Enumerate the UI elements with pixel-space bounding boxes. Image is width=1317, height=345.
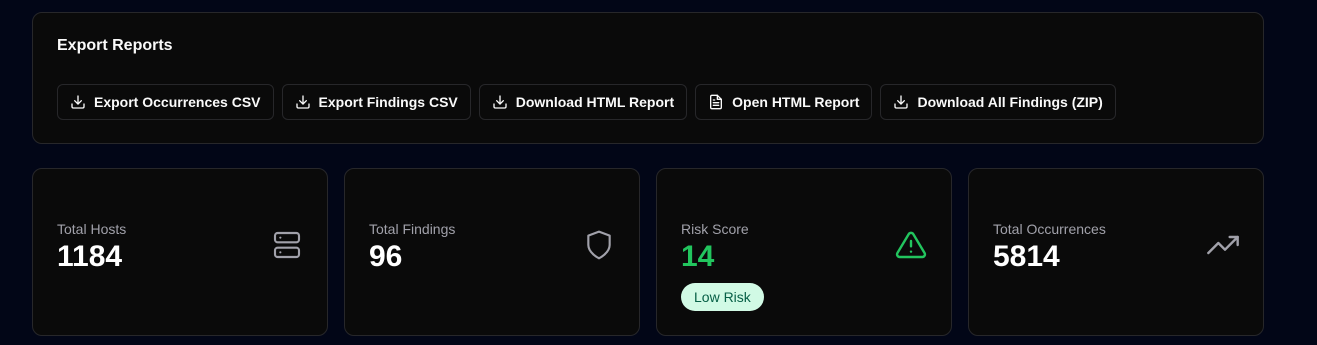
stat-value: 5814 xyxy=(993,240,1060,273)
download-html-report-button[interactable]: Download HTML Report xyxy=(478,84,688,120)
export-occurrences-csv-button[interactable]: Export Occurrences CSV xyxy=(57,84,274,120)
stat-label: Risk Score xyxy=(681,221,749,237)
risk-score-value: 14 xyxy=(681,240,715,273)
trending-up-icon xyxy=(1207,235,1239,255)
shield-icon xyxy=(587,230,611,260)
button-label: Download All Findings (ZIP) xyxy=(917,94,1103,110)
download-all-findings-zip-button[interactable]: Download All Findings (ZIP) xyxy=(880,84,1116,120)
file-text-icon xyxy=(710,94,723,110)
download-icon xyxy=(71,95,85,109)
stat-value: 1184 xyxy=(57,240,123,273)
risk-level-badge: Low Risk xyxy=(681,283,764,311)
alert-triangle-icon xyxy=(895,231,927,259)
total-occurrences-card: Total Occurrences 5814 xyxy=(968,168,1264,336)
stat-label: Total Occurrences xyxy=(993,221,1106,237)
stats-row: Total Hosts 1184 Total Findings 96 Risk … xyxy=(32,168,1264,336)
download-icon xyxy=(894,95,909,109)
server-icon xyxy=(273,231,301,259)
download-icon xyxy=(295,95,310,109)
export-button-row: Export Occurrences CSV Export Findings C… xyxy=(57,84,1116,120)
risk-score-card: Risk Score 14 Low Risk xyxy=(656,168,952,336)
open-html-report-button[interactable]: Open HTML Report xyxy=(695,84,873,120)
button-label: Export Occurrences CSV xyxy=(94,94,261,110)
button-label: Export Findings CSV xyxy=(318,94,458,110)
total-findings-card: Total Findings 96 xyxy=(344,168,640,336)
stat-label: Total Findings xyxy=(369,221,456,237)
export-reports-title: Export Reports xyxy=(57,37,173,54)
button-label: Download HTML Report xyxy=(515,94,675,110)
download-icon xyxy=(493,95,507,109)
button-label: Open HTML Report xyxy=(732,94,860,110)
stat-label: Total Hosts xyxy=(57,221,127,237)
export-findings-csv-button[interactable]: Export Findings CSV xyxy=(281,84,471,120)
stat-value: 96 xyxy=(369,240,403,273)
export-reports-card: Export Reports Export Occurrences CSV Ex… xyxy=(32,12,1264,144)
total-hosts-card: Total Hosts 1184 xyxy=(32,168,328,336)
